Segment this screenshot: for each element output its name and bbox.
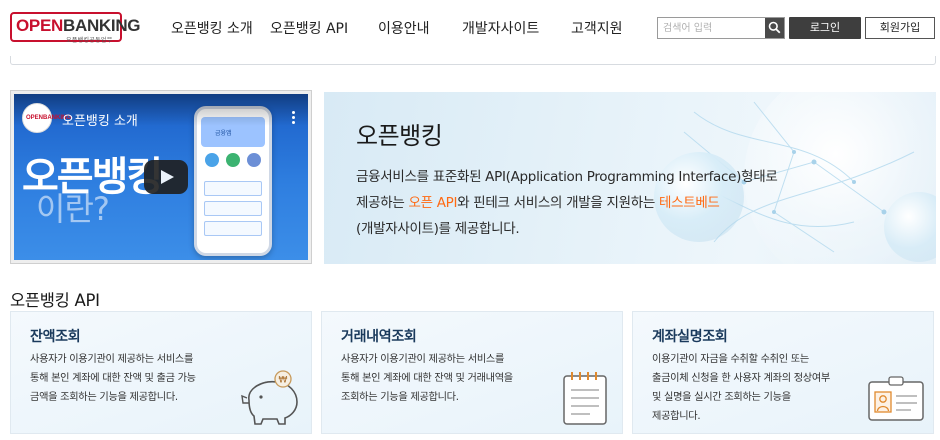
api-card-transactions[interactable]: 거래내역조회 사용자가 이용기관이 제공하는 서비스를 통해 본인 계좌에 대한… bbox=[321, 311, 623, 434]
card-description-line: 사용자가 이용기관이 제공하는 서비스를 bbox=[341, 354, 505, 365]
join-button[interactable]: 회원가입 bbox=[865, 17, 935, 39]
nav-item-support[interactable]: 고객지원 bbox=[571, 18, 623, 38]
openbanking-logo[interactable]: OPENBANKING 오픈뱅킹공동업무 bbox=[10, 12, 141, 46]
card-description: 사용자가 이용기관이 제공하는 서비스를 통해 본인 계좌에 대한 잔액 및 출… bbox=[30, 350, 230, 407]
intro-line-1: 금융서비스를 표준화된 API(Application Programming … bbox=[356, 169, 778, 185]
nav-item-intro[interactable]: 오픈뱅킹 소개 bbox=[171, 18, 253, 38]
intro-panel: 오픈뱅킹 금융서비스를 표준화된 API(Application Program… bbox=[324, 92, 936, 264]
intro-line-2: 제공하는 오픈 API와 핀테크 서비스의 개발을 지원하는 테스트베드 bbox=[356, 190, 876, 216]
phone-dot-icon bbox=[205, 153, 219, 167]
intro-title: 오픈뱅킹 bbox=[356, 122, 443, 150]
play-button[interactable] bbox=[144, 160, 188, 194]
card-description-line: 출금이체 신청을 한 사용자 계좌의 정상여부 bbox=[652, 373, 830, 384]
search-button[interactable] bbox=[765, 18, 784, 38]
card-title: 거래내역조회 bbox=[341, 329, 417, 345]
login-button[interactable]: 로그인 bbox=[789, 17, 861, 39]
phone-list-item bbox=[204, 181, 262, 196]
phone-dot-icon bbox=[247, 153, 261, 167]
id-card-icon bbox=[868, 376, 924, 421]
search-input[interactable] bbox=[658, 18, 766, 38]
intro-video[interactable]: 오픈뱅킹 이란? 금융앱 OPENBANKING 오픈뱅킹 소개 bbox=[14, 94, 308, 260]
card-description-line: 및 실명을 실시간 조회하는 기능을 bbox=[652, 392, 791, 403]
intro-description: 금융서비스를 표준화된 API(Application Programming … bbox=[356, 164, 876, 242]
nav-item-api[interactable]: 오픈뱅킹 API bbox=[270, 18, 348, 38]
site-header: OPENBANKING 오픈뱅킹공동업무 오픈뱅킹 소개 오픈뱅킹 API 이용… bbox=[0, 0, 940, 56]
card-description-line: 이용기관이 자금을 수취할 수취인 또는 bbox=[652, 354, 809, 365]
api-section-title: 오픈뱅킹 API bbox=[10, 291, 100, 310]
video-title-bar bbox=[14, 94, 308, 126]
intro-video-frame: 오픈뱅킹 이란? 금융앱 OPENBANKING 오픈뱅킹 소개 bbox=[10, 90, 312, 264]
card-description: 이용기관이 자금을 수취할 수취인 또는 출금이체 신청을 한 사용자 계좌의 … bbox=[652, 350, 867, 426]
search-icon bbox=[768, 21, 781, 34]
logo-subtext: 오픈뱅킹공동업무 bbox=[66, 37, 113, 44]
piggy-bank-icon: ₩ bbox=[241, 370, 298, 425]
card-description: 사용자가 이용기관이 제공하는 서비스를 통해 본인 계좌에 대한 잔액 및 거… bbox=[341, 350, 541, 407]
nav-item-developer[interactable]: 개발자사이트 bbox=[462, 18, 539, 38]
search-box bbox=[657, 17, 785, 39]
channel-avatar[interactable]: OPENBANKING bbox=[22, 103, 71, 133]
logo-open-text: OPEN bbox=[16, 16, 63, 35]
api-card-balance[interactable]: 잔액조회 사용자가 이용기관이 제공하는 서비스를 통해 본인 계좌에 대한 잔… bbox=[10, 311, 312, 434]
intro-line-2-text: 와 핀테크 서비스의 개발을 지원하는 bbox=[457, 195, 659, 211]
phone-dot-icon bbox=[226, 153, 240, 167]
card-title: 잔액조회 bbox=[30, 329, 81, 345]
card-description-line: 조회하는 기능을 제공합니다. bbox=[341, 392, 459, 403]
card-title: 계좌실명조회 bbox=[652, 329, 728, 345]
logo-banking-text: BANKING bbox=[62, 16, 141, 35]
header-divider bbox=[10, 56, 936, 65]
phone-mockup: 금융앱 bbox=[194, 106, 272, 256]
nav-item-guide[interactable]: 이용안내 bbox=[378, 18, 430, 38]
svg-text:₩: ₩ bbox=[279, 376, 288, 386]
card-description-line: 통해 본인 계좌에 대한 잔액 및 출금 가능 bbox=[30, 373, 196, 384]
intro-line-3: (개발자사이트)를 제공합니다. bbox=[356, 221, 520, 237]
notepad-icon bbox=[563, 372, 607, 425]
card-description-line: 사용자가 이용기관이 제공하는 서비스를 bbox=[30, 354, 194, 365]
more-options-icon[interactable] bbox=[292, 111, 296, 125]
testbed-highlight: 테스트베드 bbox=[658, 195, 720, 211]
card-description-line: 금액을 조회하는 기능을 제공합니다. bbox=[30, 392, 178, 403]
intro-line-2-text: 제공하는 bbox=[356, 195, 409, 211]
phone-list-item bbox=[204, 221, 262, 236]
card-description-line: 제공합니다. bbox=[652, 411, 701, 422]
card-description-line: 통해 본인 계좌에 대한 잔액 및 거래내역을 bbox=[341, 373, 513, 384]
video-overlay-subtitle: 이란? bbox=[36, 190, 110, 228]
phone-header-label: 금융앱 bbox=[215, 130, 232, 137]
open-api-highlight: 오픈 API bbox=[408, 195, 458, 211]
phone-list-item bbox=[204, 201, 262, 216]
api-card-account-verify[interactable]: 계좌실명조회 이용기관이 자금을 수취할 수취인 또는 출금이체 신청을 한 사… bbox=[632, 311, 934, 434]
video-title[interactable]: 오픈뱅킹 소개 bbox=[62, 110, 138, 129]
logo-wordmark: OPENBANKING bbox=[16, 16, 141, 36]
